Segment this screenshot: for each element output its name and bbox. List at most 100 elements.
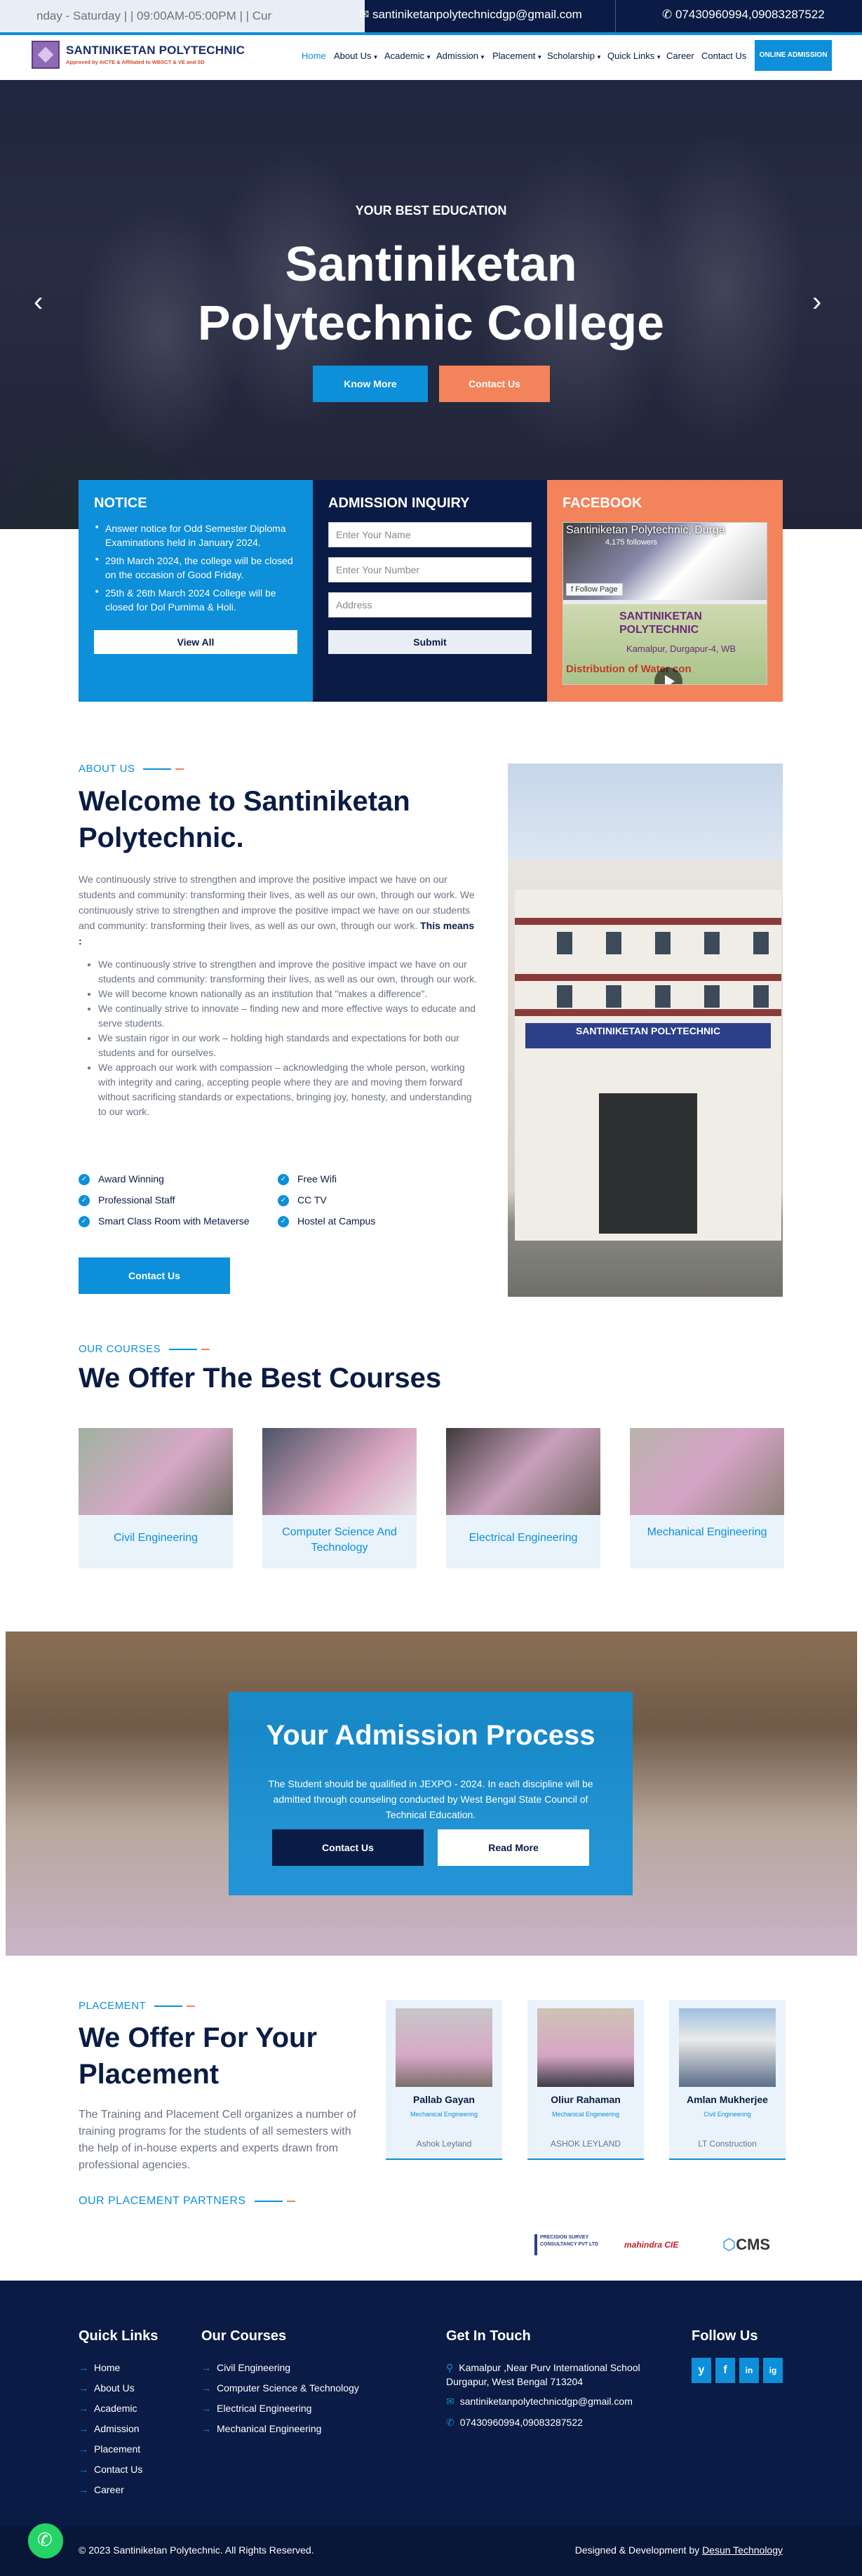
footer-course-cse[interactable]: → Computer Science & Technology <box>201 2382 359 2394</box>
feature-label: Hostel at Campus <box>297 1215 376 1227</box>
notice-item[interactable]: 29th March 2024, the college will be clo… <box>94 553 297 582</box>
nav-academic[interactable]: Academic ▼ <box>384 51 431 61</box>
footer-link-academic[interactable]: → Academic <box>79 2403 137 2414</box>
student-company: ASHOK LEYLAND <box>550 2139 621 2149</box>
admission-contact-button[interactable]: Contact Us <box>272 1829 424 1866</box>
building-window <box>704 985 720 1008</box>
linkedin-icon[interactable]: in <box>739 2358 759 2383</box>
about-contact-button[interactable]: Contact Us <box>79 1257 230 1294</box>
view-all-button[interactable]: View All <box>94 630 297 654</box>
facebook-icon[interactable]: f <box>715 2358 735 2383</box>
about-title-line1: Welcome to Santiniketan <box>79 786 410 817</box>
footer-link-career[interactable]: → Career <box>79 2484 124 2495</box>
arrow-right-icon: → <box>79 2382 88 2394</box>
college-building-image: SANTINIKETAN POLYTECHNIC <box>508 763 783 1297</box>
post-subtitle: Kamalpur, Durgapur-4, WB <box>626 643 736 654</box>
notice-list[interactable]: Answer notice for Odd Semester Diploma E… <box>94 521 297 628</box>
footer-email[interactable]: ✉ santiniketanpolytechnicdgp@gmail.com <box>446 2396 633 2408</box>
partners-eyebrow: OUR PLACEMENT PARTNERS <box>79 2195 295 2208</box>
building-window <box>753 932 769 954</box>
arrow-right-icon: → <box>201 2382 211 2394</box>
address-input[interactable]: Address <box>328 592 532 618</box>
course-card-computer[interactable]: Computer Science And Technology <box>262 1428 417 1568</box>
admission-text: The Student should be qualified in JEXPO… <box>268 1778 593 1820</box>
nav-scholarship[interactable]: Scholarship ▼ <box>547 51 602 61</box>
feature-award-winning: ✓ Award Winning <box>79 1173 164 1186</box>
course-title[interactable]: Computer Science And Technology <box>268 1525 411 1556</box>
name-input[interactable]: Enter Your Name <box>328 522 532 547</box>
number-input[interactable]: Enter Your Number <box>328 557 532 582</box>
instagram-icon[interactable]: ig <box>763 2358 783 2383</box>
feature-label: Smart Class Room with Metaverse <box>98 1215 250 1227</box>
student-photo <box>537 2008 634 2087</box>
slider-prev-icon[interactable]: ‹ <box>34 288 43 316</box>
footer-link-contact[interactable]: → Contact Us <box>79 2464 142 2475</box>
nav-admission[interactable]: Admission ▼ <box>436 51 485 61</box>
follow-page-button[interactable]: f Follow Page <box>566 583 623 596</box>
notice-item[interactable]: 25th & 26th March 2024 College will be c… <box>94 585 297 614</box>
hero-contact-button[interactable]: Contact Us <box>439 366 550 402</box>
twitter-icon[interactable]: y <box>692 2358 711 2383</box>
about-bullet: We will become known nationally as an in… <box>98 987 478 1001</box>
check-icon: ✓ <box>79 1195 90 1207</box>
online-admission-button[interactable]: ONLINE ADMISSION <box>755 40 832 71</box>
footer-phone[interactable]: ✆ 07430960994,09083287522 <box>446 2417 583 2429</box>
nav-career[interactable]: Career <box>666 51 694 61</box>
footer-link-label: About Us <box>94 2382 135 2394</box>
logo-title[interactable]: SANTINIKETAN POLYTECHNIC <box>66 44 245 58</box>
facebook-post[interactable]: SANTINIKETAN POLYTECHNIC Kamalpur, Durga… <box>563 604 767 684</box>
footer-link-home[interactable]: → Home <box>79 2362 120 2373</box>
whatsapp-icon[interactable] <box>28 2523 63 2558</box>
course-title[interactable]: Electrical Engineering <box>452 1530 595 1546</box>
partner-logo-precision: PRECISION SURVEY CONSULTANCY PVT LTD <box>534 2234 602 2255</box>
courses-eyebrow-text: OUR COURSES <box>79 1343 161 1355</box>
top-phone[interactable]: ✆ 07430960994,09083287522 <box>662 0 825 32</box>
building-window <box>557 985 572 1008</box>
top-phone-text: 07430960994,09083287522 <box>675 8 825 21</box>
submit-button[interactable]: Submit <box>328 630 532 654</box>
notice-item[interactable]: Answer notice for Odd Semester Diploma E… <box>94 521 297 549</box>
about-bullet: We approach our work with compassion – a… <box>98 1060 478 1119</box>
credit-link[interactable]: Desun Technology <box>702 2544 783 2556</box>
read-more-button[interactable]: Read More <box>438 1829 589 1866</box>
course-card-civil[interactable]: Civil Engineering <box>79 1428 233 1568</box>
caret-down-icon: ▼ <box>595 54 602 60</box>
top-email[interactable]: ✉ santiniketanpolytechnicdgp@gmail.com <box>359 0 582 32</box>
slider-next-icon[interactable]: › <box>812 288 821 316</box>
building-stripe <box>515 918 781 925</box>
footer-link-about[interactable]: → About Us <box>79 2382 135 2394</box>
footer-link-placement[interactable]: → Placement <box>79 2443 140 2455</box>
course-card-mechanical[interactable]: Mechanical Engineering <box>630 1428 784 1568</box>
college-logo-icon[interactable] <box>32 41 60 69</box>
building-stripe <box>515 974 781 981</box>
hero-slider: YOUR BEST EDUCATION Santiniketan Polytech… <box>0 80 862 529</box>
feature-label: Award Winning <box>98 1173 164 1184</box>
feature-label: Free Wifi <box>297 1173 337 1184</box>
nav-about-us[interactable]: About Us ▼ <box>334 51 378 61</box>
footer-link-admission[interactable]: → Admission <box>79 2423 140 2434</box>
courses-title: We Offer The Best Courses <box>79 1363 442 1394</box>
student-photo <box>396 2008 492 2087</box>
credit-label: Designed & Development by <box>574 2544 700 2556</box>
caret-down-icon: ▼ <box>479 54 485 60</box>
feature-label: Professional Staff <box>98 1194 175 1206</box>
course-card-electrical[interactable]: Electrical Engineering <box>446 1428 600 1568</box>
nav-placement[interactable]: Placement ▼ <box>492 51 542 61</box>
caret-down-icon: ▼ <box>656 54 662 60</box>
facebook-page-name[interactable]: Santiniketan Polytechnic, Durga <box>566 524 725 537</box>
nav-quick-links-label: Quick Links <box>607 51 655 61</box>
placement-title-line2: Placement <box>79 2059 220 2090</box>
partner-logo-mahindra: mahindra CIE <box>624 2240 679 2250</box>
nav-home[interactable]: Home <box>302 51 326 61</box>
course-title[interactable]: Civil Engineering <box>84 1530 227 1546</box>
footer-course-mechanical[interactable]: → Mechanical Engineering <box>201 2423 321 2434</box>
facebook-embed[interactable]: Santiniketan Polytechnic, Durga 4,175 fo… <box>563 522 767 685</box>
footer-course-label: Civil Engineering <box>217 2362 291 2373</box>
nav-quick-links[interactable]: Quick Links ▼ <box>607 51 661 61</box>
know-more-button[interactable]: Know More <box>313 366 428 402</box>
footer-course-electrical[interactable]: → Electrical Engineering <box>201 2403 311 2414</box>
course-title[interactable]: Mechanical Engineering <box>635 1525 779 1540</box>
arrow-right-icon: → <box>201 2423 211 2434</box>
nav-contact-us[interactable]: Contact Us <box>701 51 746 61</box>
footer-course-civil[interactable]: → Civil Engineering <box>201 2362 290 2373</box>
